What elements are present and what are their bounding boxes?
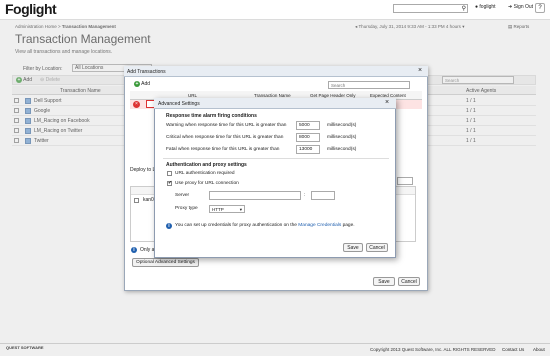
section-divider [163, 158, 389, 159]
url-auth-label: URL authentication required [175, 171, 235, 176]
user-icon: ● [475, 4, 479, 10]
copyright-text: Copyright 2013 Quest Software, Inc. ALL … [370, 347, 496, 352]
proxy-type-label: Proxy type [175, 206, 198, 211]
dialog-add-button[interactable]: + Add [134, 81, 150, 87]
add-transactions-titlebar[interactable]: Add Transactions [124, 66, 428, 77]
signout-icon: ➜ [508, 4, 513, 10]
unit-label: millisecond(s) [327, 135, 357, 140]
contact-us-link[interactable]: Contact Us [502, 347, 524, 352]
port-separator: : [304, 193, 306, 198]
save-button[interactable]: Save [343, 243, 363, 252]
remove-row-icon[interactable]: × [133, 101, 140, 108]
chevron-down-icon: ▾ [239, 207, 242, 212]
unit-label: millisecond(s) [327, 147, 357, 152]
section-heading-response-time: Response time alarm firing conditions [166, 113, 257, 119]
foglight-logo: Foglight [5, 1, 57, 17]
save-button[interactable]: Save [373, 277, 395, 286]
dialog-title: Advanced Settings [158, 101, 200, 107]
proxy-server-input[interactable] [209, 191, 301, 200]
fatal-threshold-input[interactable]: 13000 [296, 145, 320, 154]
url-auth-checkbox[interactable] [167, 171, 172, 176]
optional-advanced-settings-button[interactable]: Optional Advanced Settings [132, 258, 199, 267]
proxy-port-input[interactable] [311, 191, 335, 200]
fatal-label: Fatal when response time for this URL is… [166, 147, 280, 152]
warning-label: Warning when response time for this URL … [166, 123, 287, 128]
global-search-input[interactable]: ⚲ [393, 4, 468, 13]
section-heading-auth-proxy: Authentication and proxy settings [166, 162, 247, 168]
help-button[interactable]: ? [535, 3, 545, 13]
user-menu[interactable]: ● foglight [475, 4, 496, 10]
close-icon[interactable]: × [385, 99, 389, 107]
close-icon[interactable]: × [418, 67, 422, 75]
advanced-settings-titlebar[interactable]: Advanced Settings [154, 98, 396, 109]
use-proxy-checkbox[interactable] [167, 180, 172, 186]
unit-label: millisecond(s) [327, 123, 357, 128]
warning-threshold-input[interactable]: 5000 [296, 121, 320, 130]
dialog-title: Add Transactions [127, 69, 166, 75]
search-icon[interactable]: ⚲ [462, 5, 466, 12]
critical-threshold-input[interactable]: 8000 [296, 133, 320, 142]
dialog-search-input[interactable]: Search [328, 81, 410, 89]
manage-credentials-link[interactable]: Manage Credentials [298, 223, 341, 228]
proxy-credentials-note: You can set up credentials for proxy aut… [175, 223, 355, 228]
location-checkbox[interactable] [134, 198, 139, 203]
signout-link[interactable]: ➜ Sign Out [508, 4, 533, 10]
cancel-button[interactable]: Cancel [398, 277, 420, 286]
critical-label: Critical when response time for this URL… [166, 135, 284, 140]
quest-logo: QUEST SOFTWARE [6, 345, 44, 350]
info-icon: i [166, 223, 172, 229]
info-icon: i [131, 247, 137, 253]
cancel-button[interactable]: Cancel [366, 243, 388, 252]
add-icon: + [134, 81, 140, 87]
use-proxy-label: Use proxy for URL connection [175, 181, 239, 186]
about-link[interactable]: About [533, 347, 545, 352]
proxy-type-select[interactable]: HTTP ▾ [209, 205, 245, 213]
advanced-settings-dialog [154, 98, 396, 258]
server-label: Server [175, 193, 190, 198]
location-search-input[interactable] [397, 177, 413, 185]
